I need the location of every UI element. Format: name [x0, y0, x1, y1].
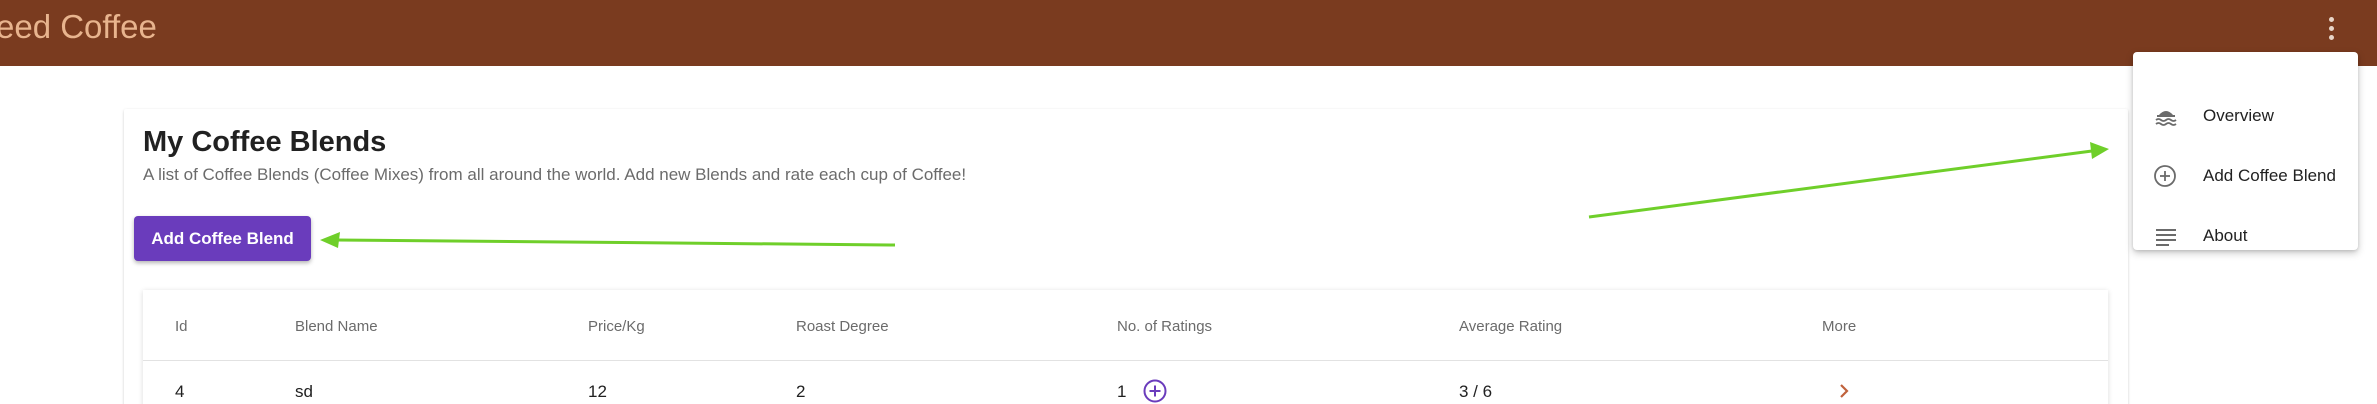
kebab-dot [2328, 16, 2334, 22]
kebab-dot [2328, 34, 2334, 40]
menu-item-label: Overview [2203, 106, 2274, 125]
header-divider [143, 360, 2108, 361]
add-coffee-blend-button[interactable]: Add Coffee Blend [134, 216, 311, 261]
kebab-dot [2328, 25, 2334, 31]
menu-item-label: About [2203, 226, 2248, 245]
menu-item-about[interactable]: About [2133, 208, 2358, 264]
cell-price: 12 [588, 382, 607, 401]
menu-item-add-coffee-blend[interactable]: Add Coffee Blend [2133, 148, 2358, 204]
notes-icon [2156, 229, 2176, 246]
page-subtitle: A list of Coffee Blends (Coffee Mixes) f… [143, 165, 967, 184]
blends-table: Id Blend Name Price/Kg Roast Degree No. … [143, 290, 2108, 404]
column-header-more: More [1822, 318, 1857, 335]
overflow-menu: Overview Add Coffee Blend About [2133, 52, 2358, 250]
column-header-average: Average Rating [1459, 318, 1563, 335]
app-bar: eed Coffee [0, 0, 2377, 66]
add-circle-icon [2154, 165, 2176, 187]
chevron-right-icon[interactable] [1834, 381, 1854, 401]
menu-item-overview[interactable]: Overview [2133, 88, 2358, 144]
column-header-price: Price/Kg [588, 318, 645, 335]
cell-average-rating: 3 / 6 [1459, 382, 1493, 401]
app-title: eed Coffee [0, 8, 157, 45]
cell-blend-name: sd [295, 382, 313, 401]
add-rating-icon[interactable] [1143, 379, 1167, 403]
cell-ratings: 1 [1117, 382, 1127, 401]
cell-roast: 2 [796, 382, 806, 401]
column-header-roast: Roast Degree [796, 318, 889, 335]
overview-icon [2155, 111, 2177, 126]
menu-item-label: Add Coffee Blend [2203, 166, 2336, 185]
column-header-ratings: No. of Ratings [1117, 318, 1213, 335]
column-header-id: Id [175, 318, 188, 335]
column-header-blend-name: Blend Name [295, 318, 378, 335]
cell-id: 4 [175, 382, 185, 401]
more-vert-icon[interactable] [2316, 11, 2346, 45]
page-title: My Coffee Blends [143, 126, 387, 158]
